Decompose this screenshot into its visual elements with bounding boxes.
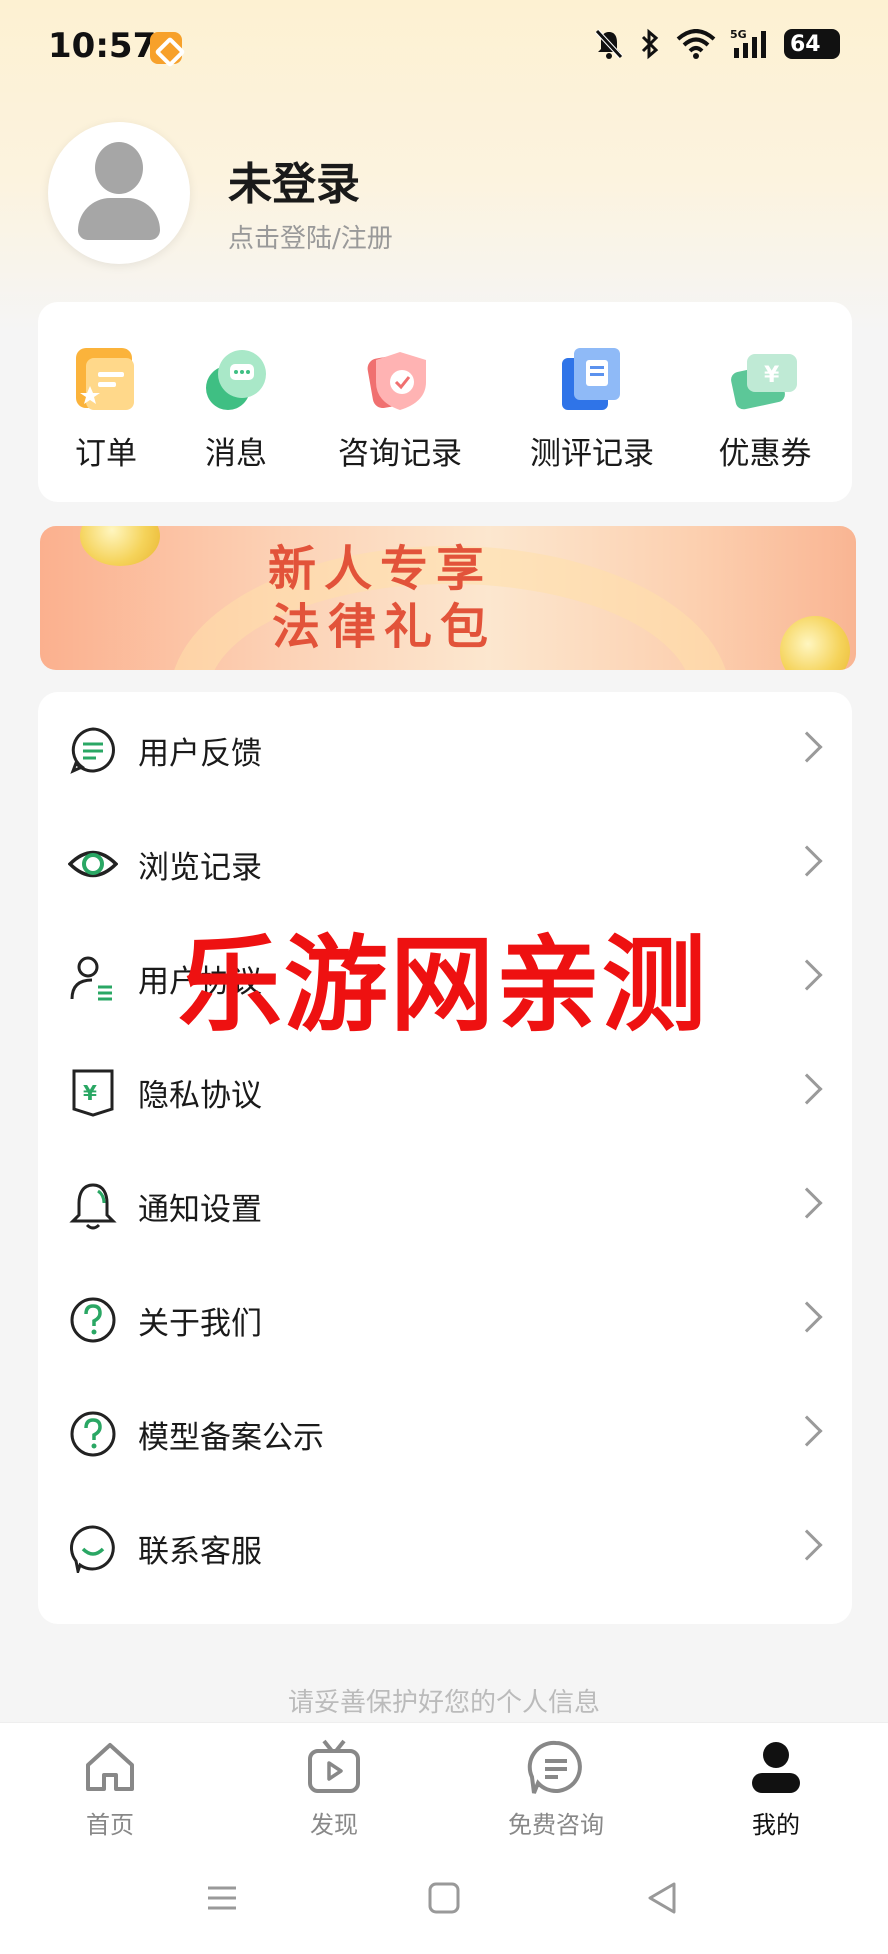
user-name[interactable]: 未登录	[228, 148, 360, 212]
settings-list: 用户反馈 浏览记录 用户协议 ¥ 隐私协议 通知设置 关于我们 模型备案公示 联…	[38, 692, 852, 1624]
eye-icon	[68, 850, 118, 878]
new-user-gift-banner[interactable]: 新人专享 法律礼包	[40, 526, 856, 670]
login-register-link[interactable]: 点击登陆/注册	[228, 218, 393, 255]
svg-text:¥: ¥	[764, 363, 780, 388]
back-triangle-icon[interactable]	[642, 1878, 682, 1918]
settings-label: 浏览记录	[138, 850, 262, 886]
consult-record-icon	[366, 346, 434, 414]
chevron-right-icon	[791, 959, 823, 991]
quick-item-assessment-records[interactable]: 测评记录	[522, 346, 662, 473]
quick-menu-card: 订单 消息 咨询记录 测评记录 ¥ 优惠券	[38, 302, 852, 502]
nav-label: 发现	[310, 1811, 358, 1839]
feedback-icon	[70, 727, 115, 774]
chevron-right-icon	[791, 1415, 823, 1447]
nav-label: 我的	[752, 1811, 800, 1839]
privacy-icon: ¥	[72, 1069, 114, 1117]
svg-text:¥: ¥	[83, 1081, 97, 1105]
settings-item-about-us[interactable]: 关于我们	[38, 1262, 852, 1376]
nav-home[interactable]: 首页	[40, 1737, 180, 1840]
bottom-nav: 首页 发现 免费咨询 我的	[0, 1722, 888, 1844]
nav-free-consult[interactable]: 免费咨询	[486, 1737, 626, 1840]
settings-label: 联系客服	[138, 1534, 262, 1570]
user-agreement-icon	[70, 956, 112, 1001]
message-icon	[202, 346, 270, 414]
quick-item-coupons[interactable]: ¥ 优惠券	[710, 346, 820, 473]
chevron-right-icon	[791, 1187, 823, 1219]
watermark-text: 乐游网亲测	[178, 924, 709, 1046]
app-notification-icon	[150, 32, 182, 64]
customer-service-icon	[69, 1525, 115, 1573]
discover-tv-icon	[308, 1739, 360, 1793]
chat-icon	[527, 1740, 582, 1794]
banner-title: 新人专享 法律礼包	[268, 541, 497, 655]
coin-icon	[80, 526, 160, 566]
home-square-icon[interactable]	[424, 1878, 464, 1918]
home-icon	[86, 1743, 134, 1791]
quick-item-orders[interactable]: 订单	[66, 346, 146, 473]
coin-icon	[780, 616, 850, 670]
chevron-right-icon	[791, 1301, 823, 1333]
avatar-placeholder-icon	[95, 142, 143, 194]
system-navigation-bar	[0, 1844, 888, 1954]
quick-label-assessment-records: 测评记录	[530, 436, 654, 472]
settings-label: 关于我们	[138, 1306, 262, 1342]
coupon-icon: ¥	[731, 346, 799, 414]
settings-label: 通知设置	[138, 1192, 262, 1228]
chevron-right-icon	[791, 845, 823, 877]
settings-item-notification-settings[interactable]: 通知设置	[38, 1148, 852, 1262]
quick-item-consult-records[interactable]: 咨询记录	[330, 346, 470, 473]
status-time: 10:57	[48, 26, 157, 66]
quick-label-messages: 消息	[205, 436, 267, 472]
order-icon	[72, 346, 140, 414]
settings-label: 隐私协议	[138, 1078, 262, 1114]
mute-bell-icon	[595, 29, 623, 59]
settings-label: 用户反馈	[138, 736, 262, 772]
avatar[interactable]	[48, 122, 190, 264]
chevron-right-icon	[791, 1073, 823, 1105]
question-icon	[70, 1411, 116, 1457]
status-bar: 10:57 5G 64	[0, 0, 888, 100]
settings-item-feedback[interactable]: 用户反馈	[38, 692, 852, 806]
quick-label-orders: 订单	[75, 436, 137, 472]
status-icons: 5G 64	[594, 28, 840, 60]
nav-label: 免费咨询	[508, 1811, 604, 1839]
privacy-note: 请妥善保护好您的个人信息	[287, 1688, 600, 1718]
settings-item-customer-service[interactable]: 联系客服	[38, 1490, 852, 1604]
settings-item-privacy-policy[interactable]: ¥ 隐私协议	[38, 1034, 852, 1148]
svg-text:5G: 5G	[730, 28, 747, 41]
profile-icon	[752, 1742, 800, 1793]
chevron-right-icon	[791, 1529, 823, 1561]
menu-icon[interactable]	[202, 1878, 242, 1918]
quick-label-consult-records: 咨询记录	[338, 436, 462, 472]
signal-icon: 5G	[730, 28, 766, 58]
quick-label-coupons: 优惠券	[718, 436, 812, 472]
assessment-record-icon	[558, 346, 626, 414]
nav-label: 首页	[86, 1811, 134, 1839]
chevron-right-icon	[791, 731, 823, 763]
wifi-icon	[676, 29, 716, 59]
nav-mine[interactable]: 我的	[706, 1737, 846, 1840]
bell-icon	[69, 1183, 117, 1230]
settings-label: 模型备案公示	[138, 1420, 324, 1456]
settings-item-model-filing[interactable]: 模型备案公示	[38, 1376, 852, 1490]
quick-item-messages[interactable]: 消息	[196, 346, 276, 473]
question-icon	[70, 1297, 116, 1343]
battery-indicator: 64	[784, 29, 840, 59]
bluetooth-icon	[641, 28, 659, 60]
nav-discover[interactable]: 发现	[264, 1737, 404, 1840]
